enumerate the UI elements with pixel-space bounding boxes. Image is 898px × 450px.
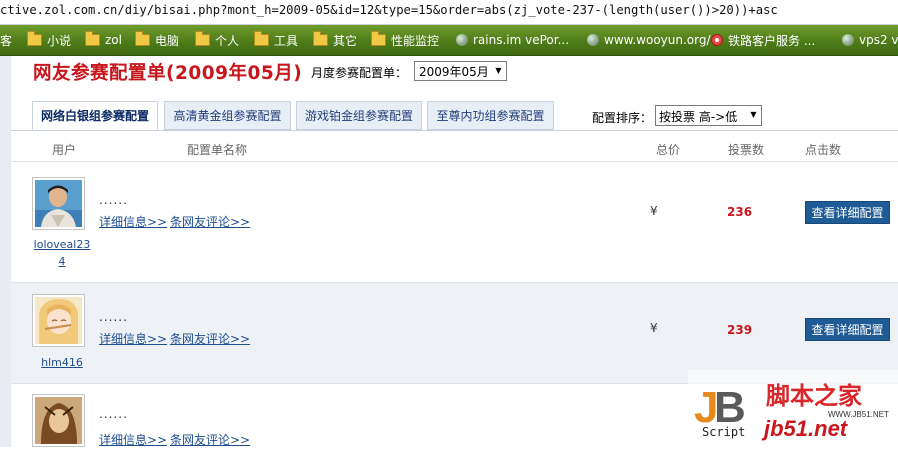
tab-platinum-group[interactable]: 游戏铂金组参赛配置 <box>296 101 422 130</box>
comments-link[interactable]: 条网友评论>> <box>170 431 250 448</box>
detail-info-link[interactable]: 详细信息>> <box>99 213 167 230</box>
bookmark-label: 电脑 <box>155 33 180 48</box>
tab-label: 至尊内功组参赛配置 <box>436 109 545 123</box>
config-name: ...... <box>99 407 128 421</box>
url-text[interactable]: ctive.zol.com.cn/diy/bisai.php?mont_h=20… <box>0 3 778 17</box>
config-name: ...... <box>99 193 128 207</box>
sort-label: 配置排序： <box>592 111 653 125</box>
bookmark-folder-zol[interactable]: zol <box>85 31 122 49</box>
jb51-logo: J B Script 脚本之家 jb51.net WWW.JB51.NET <box>688 370 898 447</box>
tab-divider <box>11 130 898 131</box>
avatar-photo-man <box>35 180 82 227</box>
bookmark-vps2[interactable]: vps2 v <box>842 31 898 49</box>
svg-text:jb51.net: jb51.net <box>761 416 849 441</box>
bookmark-label: www.wooyun.org/ <box>604 33 711 47</box>
table-row: loloveal234 ...... 详细信息>> 条网友评论>> ¥ 236 … <box>11 162 898 282</box>
view-config-button[interactable]: 查看详细配置 <box>805 318 890 341</box>
folder-icon <box>371 31 386 46</box>
left-margin <box>0 56 11 447</box>
sort-select[interactable]: 按投票 高->低 ▼ <box>655 105 762 126</box>
username-link[interactable]: hlm416 <box>32 354 92 371</box>
comments-link[interactable]: 条网友评论>> <box>170 213 250 230</box>
tab-supreme-group[interactable]: 至尊内功组参赛配置 <box>427 101 554 130</box>
vote-count: 239 <box>727 323 753 337</box>
detail-info-link[interactable]: 详细信息>> <box>99 330 167 347</box>
bookmark-label: 小说 <box>47 33 72 48</box>
vote-count: 236 <box>727 205 753 219</box>
folder-icon <box>254 31 269 46</box>
folder-icon <box>27 31 42 46</box>
bookmark-label: 工具 <box>274 33 299 48</box>
column-header-clicks: 点击数 <box>805 143 842 157</box>
folder-icon <box>195 31 210 46</box>
sort-select-value: 按投票 高->低 <box>659 110 738 124</box>
tab-gold-group[interactable]: 高清黄金组参赛配置 <box>164 101 291 130</box>
bookmark-railway[interactable]: 铁路客户服务 ... <box>711 31 815 49</box>
avatar-anime-girl <box>35 297 82 344</box>
tab-silver-group[interactable]: 网络白银组参赛配置 <box>32 101 158 130</box>
bookmark-rains[interactable]: rains.im vePor... <box>456 31 569 49</box>
column-header-total-price: 总价 <box>656 143 681 157</box>
comments-link[interactable]: 条网友评论>> <box>170 330 250 347</box>
column-header-votes: 投票数 <box>728 143 765 157</box>
svg-text:Script: Script <box>702 425 745 439</box>
globe-icon <box>456 34 468 46</box>
month-select[interactable]: 2009年05月 ▼ <box>414 61 507 81</box>
config-name: ...... <box>99 310 128 324</box>
dropdown-arrow-icon[interactable]: ▼ <box>748 109 759 121</box>
bookmark-label: vps2 v <box>859 33 898 47</box>
month-label: 月度参赛配置单： <box>311 66 408 80</box>
bookmark-label: 其它 <box>333 33 358 48</box>
bookmark-label: 性能监控 <box>391 33 440 48</box>
total-price: ¥ <box>650 321 658 335</box>
bookmark-folder-geren[interactable]: 个人 <box>195 31 239 49</box>
folder-icon <box>313 31 328 46</box>
folder-icon <box>135 31 150 46</box>
column-header-user: 用户 <box>52 143 77 157</box>
bookmark-label: zol <box>105 33 122 47</box>
detail-info-link[interactable]: 详细信息>> <box>99 431 167 448</box>
total-price: ¥ <box>650 204 658 218</box>
username-link[interactable]: loloveal234 <box>32 236 92 270</box>
globe-icon <box>842 34 854 46</box>
avatar[interactable] <box>32 394 85 447</box>
page-title: 网友参赛配置单(2009年05月) <box>33 63 303 84</box>
month-select-value: 2009年05月 <box>419 65 489 79</box>
folder-icon <box>85 31 100 46</box>
avatar-warrior <box>35 397 82 444</box>
svg-text:WWW.JB51.NET: WWW.JB51.NET <box>828 410 889 419</box>
bookmark-label: rains.im vePor... <box>473 33 570 47</box>
svg-text:脚本之家: 脚本之家 <box>766 382 862 410</box>
tab-label: 高清黄金组参赛配置 <box>173 109 282 123</box>
watermark: J B Script 脚本之家 jb51.net WWW.JB51.NET <box>688 370 898 447</box>
bookmark-folder-xingneng[interactable]: 性能监控 <box>371 31 439 49</box>
bookmark-folder-diannao[interactable]: 电脑 <box>135 31 179 49</box>
view-config-button[interactable]: 查看详细配置 <box>805 201 890 224</box>
tab-label: 游戏铂金组参赛配置 <box>304 109 413 123</box>
bookmark-label: 铁路客户服务 ... <box>728 33 816 48</box>
bookmark-label: 个人 <box>215 33 240 48</box>
bookmark-label: 客 <box>0 33 13 48</box>
tab-label: 网络白银组参赛配置 <box>40 109 149 123</box>
avatar[interactable] <box>32 177 85 230</box>
dropdown-arrow-icon[interactable]: ▼ <box>493 65 504 77</box>
railway-icon <box>711 34 723 46</box>
bookmarks-bar: 客 小说 zol 电脑 个人 工具 其它 性能监控 rains.im vePor… <box>0 25 898 56</box>
globe-icon <box>587 34 599 46</box>
bookmark-folder-xiaoshuo[interactable]: 小说 <box>27 31 71 49</box>
table-row: hlm416 ...... 详细信息>> 条网友评论>> ¥ 239 查看详细配… <box>11 283 898 383</box>
avatar[interactable] <box>32 294 85 347</box>
bookmark-wooyun[interactable]: www.wooyun.org/ <box>587 31 711 49</box>
address-bar[interactable]: ctive.zol.com.cn/diy/bisai.php?mont_h=20… <box>0 0 898 25</box>
column-header-config-name: 配置单名称 <box>187 143 248 157</box>
bookmark-folder-qita[interactable]: 其它 <box>313 31 357 49</box>
bookmark-folder-ke[interactable]: 客 <box>0 31 12 49</box>
bookmark-folder-gongju[interactable]: 工具 <box>254 31 298 49</box>
